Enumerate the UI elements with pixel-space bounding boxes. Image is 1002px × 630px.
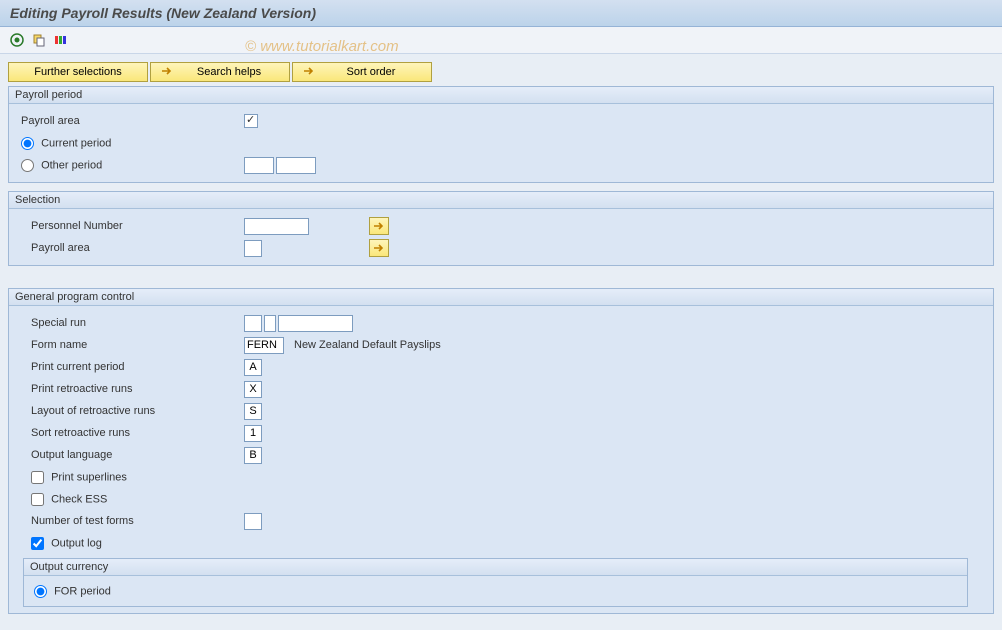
variant-icon[interactable] [30, 31, 48, 49]
output-currency-group: Output currency FOR period [23, 558, 968, 607]
sort-order-button[interactable]: Sort order [292, 62, 432, 82]
execute-icon[interactable] [8, 31, 26, 49]
print-superlines-checkbox[interactable] [31, 471, 44, 484]
app-toolbar [0, 27, 1002, 54]
form-name-label: Form name [19, 339, 244, 351]
output-log-checkbox[interactable] [31, 537, 44, 550]
form-name-input[interactable] [244, 337, 284, 354]
button-label: Search helps [179, 66, 279, 78]
color-icon[interactable] [52, 31, 70, 49]
current-period-radio[interactable] [21, 137, 34, 150]
group-header: General program control [9, 289, 993, 306]
special-run-input-3[interactable] [278, 315, 353, 332]
output-lang-label: Output language [19, 449, 244, 461]
check-ess-row[interactable]: Check ESS [19, 493, 244, 506]
num-test-forms-input[interactable] [244, 513, 262, 530]
other-period-label: Other period [41, 159, 102, 171]
general-control-group: General program control Special run Form… [8, 288, 994, 614]
sort-retro-input[interactable] [244, 425, 262, 442]
special-run-input-1[interactable] [244, 315, 262, 332]
other-period-radio[interactable] [21, 159, 34, 172]
search-helps-button[interactable]: Search helps [150, 62, 290, 82]
page-title: Editing Payroll Results (New Zealand Ver… [0, 0, 1002, 27]
payroll-area-lookup-checkbox[interactable] [244, 114, 258, 128]
special-run-input-2[interactable] [264, 315, 276, 332]
other-period-row[interactable]: Other period [19, 159, 244, 172]
output-log-row[interactable]: Output log [19, 537, 244, 550]
special-run-label: Special run [19, 317, 244, 329]
layout-retro-input[interactable] [244, 403, 262, 420]
group-header: Selection [9, 192, 993, 209]
personnel-number-label: Personnel Number [19, 220, 244, 232]
payroll-area-label: Payroll area [19, 115, 244, 127]
form-name-desc: New Zealand Default Payslips [294, 339, 441, 351]
num-test-forms-label: Number of test forms [19, 515, 244, 527]
current-period-row[interactable]: Current period [19, 137, 244, 150]
arrow-right-icon [161, 66, 173, 79]
button-label: Further selections [34, 66, 121, 78]
for-period-radio[interactable] [34, 585, 47, 598]
output-log-label: Output log [51, 537, 102, 549]
print-superlines-label: Print superlines [51, 471, 127, 483]
sort-retro-label: Sort retroactive runs [19, 427, 244, 439]
for-period-label: FOR period [54, 585, 111, 597]
personnel-number-input[interactable] [244, 218, 309, 235]
arrow-right-icon [303, 66, 315, 79]
payroll-period-group: Payroll period Payroll area Current peri… [8, 86, 994, 183]
check-ess-checkbox[interactable] [31, 493, 44, 506]
selection-group: Selection Personnel Number Payroll area [8, 191, 994, 266]
other-period-input-1[interactable] [244, 157, 274, 174]
current-period-label: Current period [41, 137, 111, 149]
sel-payroll-area-multiselect-button[interactable] [369, 239, 389, 257]
check-ess-label: Check ESS [51, 493, 107, 505]
other-period-input-2[interactable] [276, 157, 316, 174]
button-label: Sort order [321, 66, 421, 78]
print-retro-input[interactable] [244, 381, 262, 398]
sel-payroll-area-input[interactable] [244, 240, 262, 257]
print-current-label: Print current period [19, 361, 244, 373]
print-superlines-row[interactable]: Print superlines [19, 471, 244, 484]
sel-payroll-area-label: Payroll area [19, 242, 244, 254]
layout-retro-label: Layout of retroactive runs [19, 405, 244, 417]
personnel-number-multiselect-button[interactable] [369, 217, 389, 235]
further-selections-button[interactable]: Further selections [8, 62, 148, 82]
print-retro-label: Print retroactive runs [19, 383, 244, 395]
print-current-input[interactable] [244, 359, 262, 376]
group-header: Output currency [24, 559, 967, 576]
output-lang-input[interactable] [244, 447, 262, 464]
for-period-row[interactable]: FOR period [34, 585, 111, 598]
group-header: Payroll period [9, 87, 993, 104]
selection-buttons-row: Further selections Search helps Sort ord… [8, 62, 994, 82]
